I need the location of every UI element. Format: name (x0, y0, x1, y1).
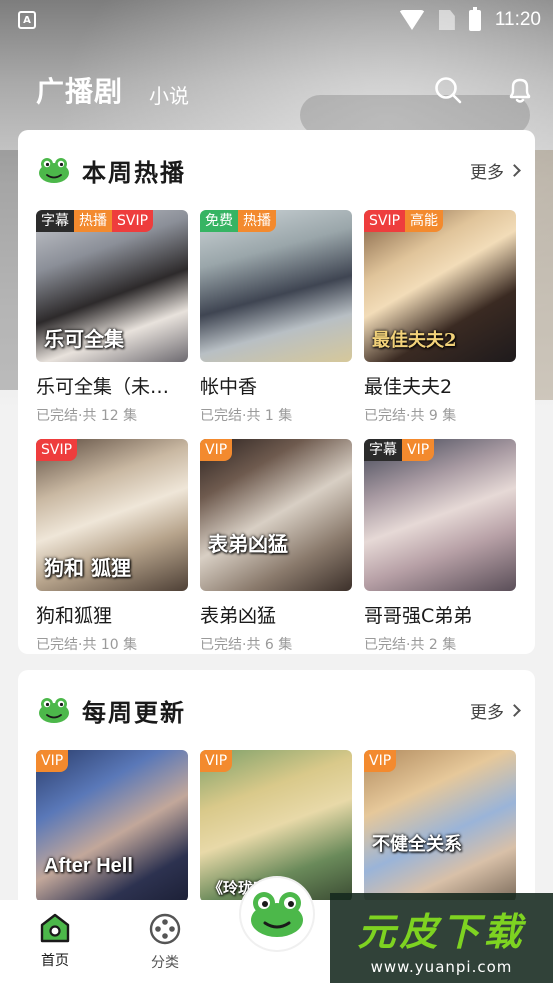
nav-home-label: 首页 (41, 953, 69, 969)
drama-card[interactable]: SVIP 狗和 狐狸 狗和狐狸 已完结·共 10 集 (36, 439, 188, 654)
frog-icon (251, 892, 303, 937)
status-bar: A 11:20 (0, 0, 553, 40)
cover-image: VIP After Hell (36, 750, 188, 902)
cover-image: 免费 热播 (200, 210, 352, 362)
drama-meta: 已完结·共 1 集 (200, 408, 293, 424)
cover-title: 狗和 狐狸 (44, 556, 131, 580)
tag-vip: VIP (200, 750, 233, 772)
drama-meta: 已完结·共 6 集 (200, 637, 293, 653)
tag-hot: 热播 (238, 210, 276, 232)
bell-icon[interactable] (505, 75, 535, 105)
more-link[interactable]: 更多 (470, 158, 521, 183)
no-sim-icon (438, 10, 455, 30)
tab-audio-drama[interactable]: 广播剧 (36, 70, 123, 110)
drama-title: 帐中香 (200, 376, 258, 398)
chevron-right-icon (508, 163, 521, 177)
nav-home[interactable]: 首页 (0, 900, 110, 970)
drama-card[interactable]: 字幕 VIP 哥哥强C弟弟 已完结·共 2 集 (364, 439, 516, 654)
status-time: 11:20 (494, 9, 541, 30)
battery-icon (468, 6, 481, 31)
watermark-url: www.yuanpi.com (370, 957, 513, 976)
cover-title: 表弟凶猛 (208, 532, 288, 556)
drama-card[interactable]: VIP 不健全关系 (364, 750, 516, 902)
category-icon (149, 913, 181, 945)
drama-meta: 已完结·共 10 集 (36, 637, 138, 653)
section-title: 本周热播 (82, 158, 186, 187)
drama-card[interactable]: 字幕 热播 SVIP 乐可全集 乐可全集（未… 已完结·共 12 集 (36, 210, 188, 425)
search-icon[interactable] (433, 75, 463, 105)
tag-free: 免费 (200, 210, 238, 232)
drama-meta: 已完结·共 12 集 (36, 408, 138, 424)
drama-card[interactable]: SVIP 高能 最佳夫夫2 最佳夫夫2 已完结·共 9 集 (364, 210, 516, 425)
cover-title: 不健全关系 (372, 834, 462, 855)
section-title: 每周更新 (82, 698, 186, 727)
frog-center-button[interactable] (241, 878, 313, 950)
tag-high-energy: 高能 (405, 210, 444, 232)
tag-svip: SVIP (36, 439, 78, 461)
cover-image: SVIP 狗和 狐狸 (36, 439, 188, 591)
tag-hot: 热播 (74, 210, 112, 232)
drama-title: 狗和狐狸 (36, 605, 113, 627)
drama-card[interactable]: 免费 热播 帐中香 已完结·共 1 集 (200, 210, 352, 425)
tag-subtitle: 字幕 (36, 210, 74, 232)
frog-icon (39, 698, 69, 723)
tag-subtitle: 字幕 (364, 439, 402, 461)
watermark-title: 元皮下载 (357, 909, 526, 954)
drama-title: 乐可全集（未… (36, 376, 170, 398)
home-icon (40, 913, 70, 943)
more-link[interactable]: 更多 (470, 698, 521, 723)
nav-category[interactable]: 分类 (110, 900, 220, 972)
drama-meta: 已完结·共 2 集 (364, 637, 457, 653)
cover-image: 字幕 热播 SVIP 乐可全集 (36, 210, 188, 362)
cover-title: 乐可全集 (44, 327, 124, 351)
cover-image: 字幕 VIP (364, 439, 516, 591)
drama-title: 表弟凶猛 (200, 605, 277, 627)
tag-vip: VIP (364, 750, 397, 772)
weekly-hot-section: 本周热播 更多 字幕 热播 SVIP 乐可全集 乐可全集（未… 已完结·共 12… (18, 130, 535, 654)
drama-title: 哥哥强C弟弟 (364, 605, 473, 627)
watermark: 元皮下载 www.yuanpi.com (330, 893, 553, 983)
cover-image: VIP 不健全关系 (364, 750, 516, 902)
cover-image: SVIP 高能 最佳夫夫2 (364, 210, 516, 362)
app-notification-icon: A (18, 11, 36, 29)
drama-title: 最佳夫夫2 (364, 376, 453, 398)
nav-category-label: 分类 (151, 955, 179, 971)
drama-card[interactable]: VIP After Hell (36, 750, 188, 902)
tag-vip: VIP (36, 750, 69, 772)
drama-meta: 已完结·共 9 集 (364, 408, 457, 424)
top-nav: 广播剧 小说 (0, 60, 553, 120)
tag-svip: SVIP (112, 210, 154, 232)
cover-image: VIP 表弟凶猛 (200, 439, 352, 591)
cover-title: 最佳夫夫2 (372, 330, 457, 351)
tag-vip: VIP (200, 439, 233, 461)
frog-icon (39, 158, 69, 183)
tab-novel[interactable]: 小说 (149, 80, 189, 109)
tag-svip: SVIP (364, 210, 406, 232)
drama-card[interactable]: VIP 表弟凶猛 表弟凶猛 已完结·共 6 集 (200, 439, 352, 654)
chevron-right-icon (508, 703, 521, 717)
cover-title: After Hell (44, 855, 133, 877)
wifi-icon (398, 10, 425, 30)
tag-vip: VIP (402, 439, 435, 461)
